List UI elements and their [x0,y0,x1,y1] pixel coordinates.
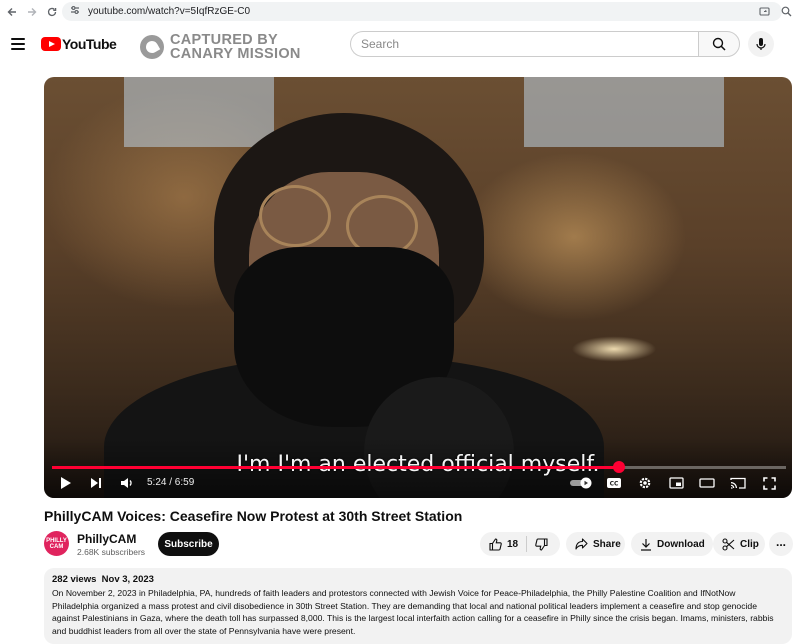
captions-button[interactable]: CC [605,475,623,491]
subscriber-count: 2.68K subscribers [77,547,146,557]
next-button[interactable] [88,475,104,491]
download-icon [640,538,652,551]
like-button[interactable] [489,537,502,551]
cast-icon [730,477,746,489]
download-label: Download [657,538,705,550]
menu-icon[interactable] [11,38,25,50]
subscribe-button[interactable]: Subscribe [158,532,219,556]
like-dislike-group: 18 [480,532,560,556]
zoom-icon[interactable] [778,3,794,19]
cast-tab-icon[interactable] [756,3,772,19]
captions-icon: CC [607,478,621,488]
volume-button[interactable] [118,475,136,491]
fullscreen-icon [762,476,776,490]
watermark-line-1: CAPTURED BY [170,32,279,48]
reload-icon[interactable] [42,2,62,22]
browser-toolbar: youtube.com/watch?v=5IqfRzGE-C0 [0,0,800,24]
cast-button[interactable] [729,475,747,491]
autoplay-toggle[interactable] [570,475,594,491]
progress-played [52,466,620,469]
share-icon [575,538,588,550]
play-icon [61,477,71,489]
youtube-header: YouTube CAPTURED BY CANARY MISSION Searc… [0,24,800,66]
channel-avatar[interactable]: PHILLY CAM [44,531,69,556]
like-icon [489,537,502,551]
video-frame-glasses [259,185,331,247]
search-icon [712,37,726,51]
watermark-line-2: CANARY MISSION [170,46,301,62]
dislike-button[interactable] [535,537,548,551]
description-box[interactable]: 282 views Nov 3, 2023 On November 2, 202… [44,568,792,644]
canary-mission-watermark: CAPTURED BY CANARY MISSION [140,33,301,61]
search-button[interactable] [698,31,740,57]
fullscreen-button[interactable] [760,475,778,491]
time-display: 5:24 / 6:59 [147,477,195,488]
search-input[interactable]: Search [350,31,698,57]
more-actions-button[interactable]: ... [769,532,793,556]
theater-button[interactable] [698,475,716,491]
volume-icon [121,478,132,488]
clip-label: Clip [740,538,759,550]
clip-icon [722,537,735,551]
more-icon: ... [775,534,786,549]
svg-text:CC: CC [610,481,619,488]
watermark-text: CAPTURED BY CANARY MISSION [170,32,301,62]
description-meta: 282 views Nov 3, 2023 [52,574,784,585]
youtube-logo-text: YouTube [62,36,117,52]
share-label: Share [593,538,621,550]
share-button[interactable]: Share [566,532,625,556]
settings-icon [639,477,651,489]
back-icon[interactable] [2,2,22,22]
clip-button[interactable]: Clip [713,532,765,556]
settings-button[interactable] [636,475,654,491]
video-title: PhillyCAM Voices: Ceasefire Now Protest … [44,508,463,524]
avatar-text-line-2: CAM [49,543,64,550]
upload-date: Nov 3, 2023 [101,574,154,585]
autoplay-icon [570,477,592,489]
view-count: 282 views [52,574,97,585]
background-window [524,77,724,147]
channel-name[interactable]: PhillyCAM [77,532,136,546]
mic-icon [756,38,766,50]
dislike-icon [535,537,548,551]
youtube-logo[interactable]: YouTube [41,36,117,52]
search-placeholder: Search [361,37,400,51]
forward-icon[interactable] [22,2,42,22]
progress-bar[interactable] [52,461,786,473]
background-window [124,77,274,147]
description-text: On November 2, 2023 in Philadelphia, PA,… [52,588,774,636]
site-info-icon[interactable] [70,5,80,18]
url-text[interactable]: youtube.com/watch?v=5IqfRzGE-C0 [88,6,250,17]
next-icon [91,478,101,488]
miniplayer-button[interactable] [667,475,685,491]
youtube-play-logo-icon [41,37,61,51]
like-count[interactable]: 18 [507,539,518,550]
download-button[interactable]: Download [631,532,713,556]
play-button[interactable] [58,475,74,491]
caption-text: I'm I'm an elected official myself. [236,452,600,477]
miniplayer-icon [668,477,684,489]
canary-bird-icon [140,35,164,59]
voice-search-button[interactable] [748,31,774,57]
address-bar[interactable]: youtube.com/watch?v=5IqfRzGE-C0 [62,2,782,21]
video-player[interactable]: I'm I'm an elected official myself. 5:24… [44,77,792,498]
theater-icon [699,478,715,488]
like-divider [526,536,528,552]
